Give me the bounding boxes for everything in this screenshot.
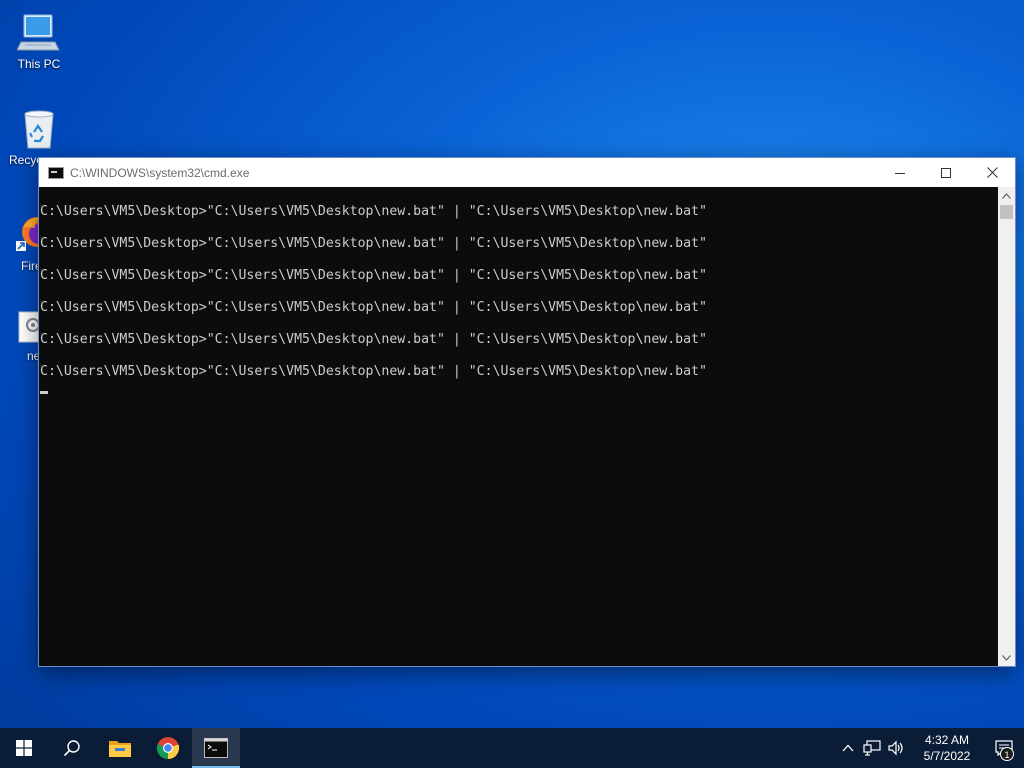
window-titlebar[interactable]: C:\WINDOWS\system32\cmd.exe	[39, 158, 1015, 187]
maximize-icon	[941, 167, 951, 178]
minimize-icon	[895, 172, 905, 174]
cmd-window[interactable]: C:\WINDOWS\system32\cmd.exe C:\Users\VM5…	[38, 157, 1016, 667]
vertical-scrollbar[interactable]	[998, 187, 1015, 666]
console-line: C:\Users\VM5\Desktop>"C:\Users\VM5\Deskt…	[40, 364, 707, 379]
cmd-icon	[204, 738, 228, 758]
scrollbar-thumb[interactable]	[1000, 205, 1013, 219]
system-tray: 4:32 AM 5/7/2022 1	[836, 728, 1024, 768]
chevron-down-icon	[1002, 654, 1011, 661]
recycle-bin-icon	[17, 106, 61, 150]
search-button[interactable]	[48, 728, 96, 768]
desktop-icon-label: This PC	[17, 57, 61, 71]
chrome-icon	[156, 737, 180, 760]
scroll-up-button[interactable]	[998, 187, 1015, 204]
clock-date: 5/7/2022	[923, 749, 971, 763]
window-title: C:\WINDOWS\system32\cmd.exe	[70, 165, 250, 180]
network-button[interactable]	[860, 728, 884, 768]
file-explorer-icon	[109, 741, 131, 757]
desktop-icon-this-pc[interactable]: This PC	[1, 10, 77, 71]
network-icon	[863, 740, 881, 756]
window-controls	[877, 158, 1015, 187]
console-output[interactable]: C:\Users\VM5\Desktop>"C:\Users\VM5\Deskt…	[39, 187, 999, 666]
this-pc-icon	[16, 10, 61, 54]
search-icon	[63, 740, 80, 757]
console-line: C:\Users\VM5\Desktop>"C:\Users\VM5\Deskt…	[40, 268, 707, 283]
clock-time: 4:32 AM	[924, 733, 970, 747]
show-hidden-icons-button[interactable]	[836, 728, 860, 768]
taskbar: 4:32 AM 5/7/2022 1	[0, 728, 1024, 768]
taskbar-clock[interactable]: 4:32 AM 5/7/2022	[916, 732, 978, 764]
chevron-up-icon	[842, 744, 854, 752]
minimize-button[interactable]	[877, 158, 923, 187]
close-icon	[986, 167, 998, 178]
text-cursor	[40, 391, 48, 394]
action-center-button[interactable]: 1	[984, 728, 1024, 768]
chevron-up-icon	[1002, 192, 1011, 199]
scroll-down-button[interactable]	[998, 649, 1015, 666]
notification-count-badge: 1	[1000, 747, 1014, 761]
start-button[interactable]	[0, 728, 48, 768]
maximize-button[interactable]	[923, 158, 969, 187]
chrome-button[interactable]	[144, 728, 192, 768]
volume-button[interactable]	[884, 728, 908, 768]
file-explorer-button[interactable]	[96, 728, 144, 768]
console-line: C:\Users\VM5\Desktop>"C:\Users\VM5\Deskt…	[40, 300, 707, 315]
console-line: C:\Users\VM5\Desktop>"C:\Users\VM5\Deskt…	[40, 332, 707, 347]
volume-icon	[888, 740, 903, 756]
console-line: C:\Users\VM5\Desktop>"C:\Users\VM5\Deskt…	[40, 204, 707, 219]
windows-start-icon	[16, 740, 32, 756]
cmd-title-icon	[48, 166, 64, 179]
cmd-taskbar-button[interactable]	[192, 728, 240, 768]
close-button[interactable]	[969, 158, 1015, 187]
console-line: C:\Users\VM5\Desktop>"C:\Users\VM5\Deskt…	[40, 236, 707, 251]
